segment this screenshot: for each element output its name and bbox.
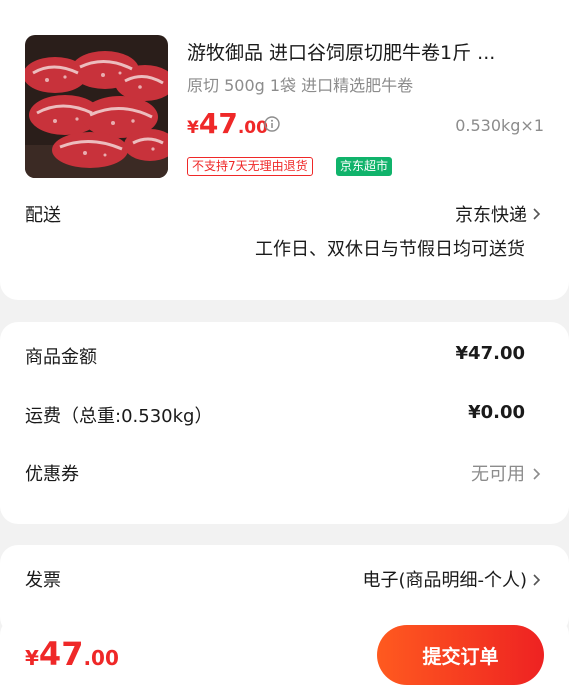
total-currency: ¥ xyxy=(25,646,39,670)
invoice-label: 发票 xyxy=(25,570,61,591)
total-decimal: .00 xyxy=(83,646,119,670)
goods-amount-value: ¥47.00 xyxy=(455,343,525,364)
submit-order-button[interactable]: 提交订单 xyxy=(377,625,544,685)
delivery-note: 工作日、双休日与节假日均可送货 xyxy=(255,239,525,260)
product-image[interactable] xyxy=(25,35,168,178)
delivery-label: 配送 xyxy=(25,205,61,226)
chevron-right-icon[interactable] xyxy=(532,572,541,586)
shipping-fee-label: 运费（总重:0.530kg） xyxy=(25,406,213,427)
product-price: ¥47.00 xyxy=(187,107,268,140)
chevron-right-icon[interactable] xyxy=(532,466,541,480)
info-circle-icon[interactable] xyxy=(264,116,280,132)
shipping-fee-value: ¥0.00 xyxy=(468,402,525,423)
price-integer: 47 xyxy=(198,107,238,140)
product-quantity: 0.530kg×1 xyxy=(455,116,544,135)
total-price: ¥47.00 xyxy=(25,635,119,673)
invoice-value[interactable]: 电子(商品明细-个人) xyxy=(362,566,527,592)
no-return-badge: 不支持7天无理由退货 xyxy=(187,157,313,176)
coupon-label: 优惠券 xyxy=(25,464,79,485)
delivery-method[interactable]: 京东快递 xyxy=(455,201,527,227)
coupon-value[interactable]: 无可用 xyxy=(471,460,525,486)
jd-supermarket-badge: 京东超市 xyxy=(336,157,393,176)
price-currency: ¥ xyxy=(187,118,199,138)
product-title[interactable]: 游牧御品 进口谷饲原切肥牛卷1斤 ... xyxy=(187,38,547,65)
chevron-right-icon[interactable] xyxy=(532,206,541,220)
goods-amount-label: 商品金额 xyxy=(25,347,97,368)
product-spec: 原切 500g 1袋 进口精选肥牛卷 xyxy=(187,76,414,95)
total-integer: 47 xyxy=(38,635,84,673)
